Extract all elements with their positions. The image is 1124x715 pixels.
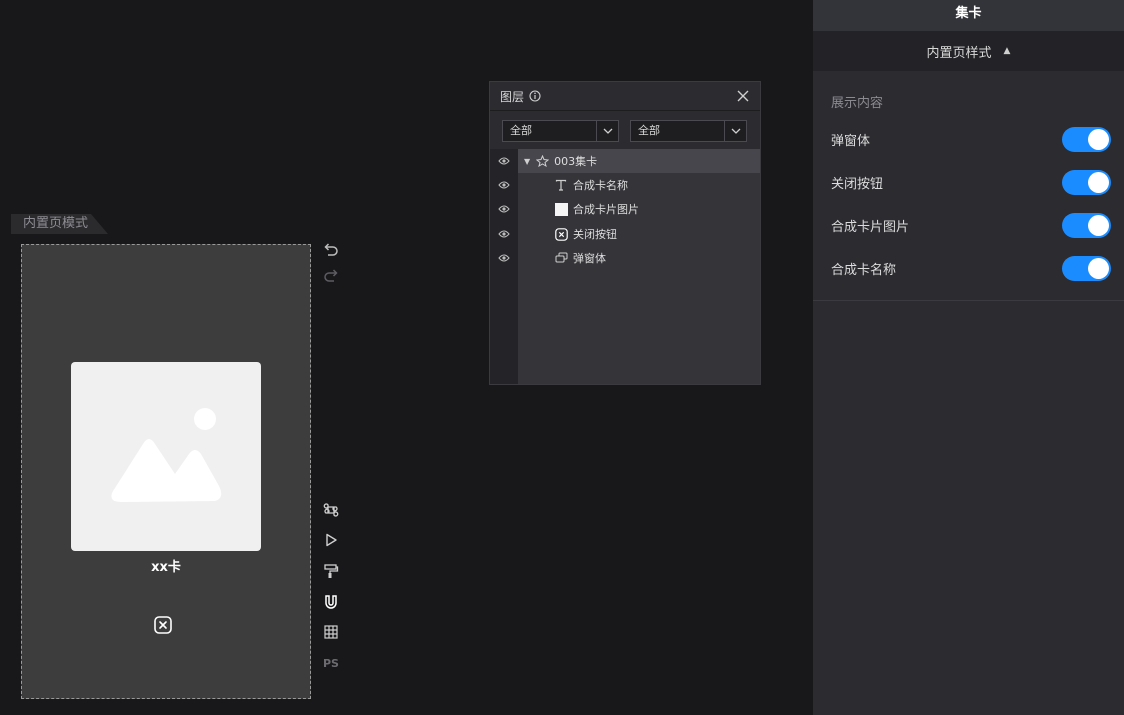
close-icon[interactable] <box>736 89 750 103</box>
image-icon <box>554 202 568 216</box>
command-icon[interactable] <box>321 500 341 520</box>
properties-panel: 集卡 内置页样式 ▲ 展示内容 弹窗体 关闭按钮 合成卡片图片 合成卡名称 <box>813 0 1124 715</box>
card-image-placeholder[interactable] <box>71 362 261 551</box>
panel-title: 集卡 <box>813 0 1124 31</box>
section-header[interactable]: 内置页样式 ▲ <box>813 31 1124 71</box>
caret-up-icon[interactable]: ▲ <box>1004 46 1011 56</box>
chevron-down-icon[interactable] <box>724 121 746 141</box>
layer-label: 弹窗体 <box>573 252 606 265</box>
eye-icon[interactable] <box>496 222 512 246</box>
layer-type-select[interactable]: 全部 <box>630 120 747 142</box>
play-icon[interactable] <box>321 530 341 550</box>
layers-panel[interactable]: 图层 全部 全部 ▼ 003集卡 合成卡名称 合成卡片图片 关闭按钮 弹窗体 <box>489 81 761 385</box>
toggle-row-popup: 弹窗体 <box>831 126 1111 152</box>
close-button-toggle[interactable] <box>1062 169 1111 195</box>
layer-filter-value: 全部 <box>510 124 532 137</box>
layer-tree: ▼ 003集卡 合成卡名称 合成卡片图片 关闭按钮 弹窗体 <box>518 149 760 384</box>
undo-icon[interactable] <box>321 240 341 260</box>
toggle-label: 关闭按钮 <box>831 176 884 192</box>
close-box-icon[interactable] <box>153 615 173 635</box>
eye-icon[interactable] <box>496 149 512 173</box>
toggle-label: 合成卡名称 <box>831 262 897 278</box>
toggle-label: 合成卡片图片 <box>831 219 910 235</box>
group-label: 展示内容 <box>831 96 884 111</box>
toggle-row-card-image: 合成卡片图片 <box>831 212 1111 238</box>
layer-item-003-card[interactable]: ▼ 003集卡 <box>518 149 760 173</box>
toggle-row-close-button: 关闭按钮 <box>831 169 1111 195</box>
paint-roller-icon[interactable] <box>321 561 341 581</box>
magnet-icon[interactable] <box>321 592 341 612</box>
toggle-row-card-name: 合成卡名称 <box>831 255 1111 281</box>
eye-icon[interactable] <box>496 197 512 221</box>
artboard-mode-tab: 内置页模式 <box>11 214 108 234</box>
chevron-down-icon[interactable] <box>596 121 618 141</box>
toggle-label: 弹窗体 <box>831 133 871 149</box>
layers-panel-header: 图层 <box>490 82 760 111</box>
text-icon <box>554 178 568 192</box>
layers-icon <box>554 251 568 265</box>
image-placeholder-icon <box>111 408 222 502</box>
layer-item-card-image[interactable]: 合成卡片图片 <box>518 197 760 221</box>
eye-icon[interactable] <box>496 173 512 197</box>
divider <box>813 300 1124 301</box>
artboard[interactable]: xx卡 <box>21 244 311 699</box>
ps-icon[interactable]: PS <box>321 653 341 673</box>
section-title: 内置页样式 <box>926 45 992 61</box>
layers-panel-title: 图层 <box>500 89 525 104</box>
caret-down-icon[interactable]: ▼ <box>524 157 530 166</box>
layer-label: 合成卡片图片 <box>573 203 639 216</box>
layer-item-popup[interactable]: 弹窗体 <box>518 246 760 270</box>
component-icon <box>535 154 549 168</box>
layer-item-card-name[interactable]: 合成卡名称 <box>518 173 760 197</box>
layer-type-value: 全部 <box>638 124 660 137</box>
close-box-icon <box>554 227 568 241</box>
card-name-text[interactable]: xx卡 <box>22 556 310 575</box>
layer-label: 关闭按钮 <box>573 228 617 241</box>
card-name-toggle[interactable] <box>1062 255 1111 281</box>
layer-item-close-button[interactable]: 关闭按钮 <box>518 222 760 246</box>
layer-label: 合成卡名称 <box>573 179 628 192</box>
eye-icon[interactable] <box>496 246 512 270</box>
popup-toggle[interactable] <box>1062 126 1111 152</box>
redo-icon[interactable] <box>321 266 341 286</box>
info-icon[interactable] <box>529 90 541 102</box>
card-image-toggle[interactable] <box>1062 212 1111 238</box>
visibility-column <box>490 149 518 384</box>
layer-label: 003集卡 <box>554 155 598 168</box>
grid-icon[interactable] <box>321 622 341 642</box>
layer-filter-select[interactable]: 全部 <box>502 120 619 142</box>
